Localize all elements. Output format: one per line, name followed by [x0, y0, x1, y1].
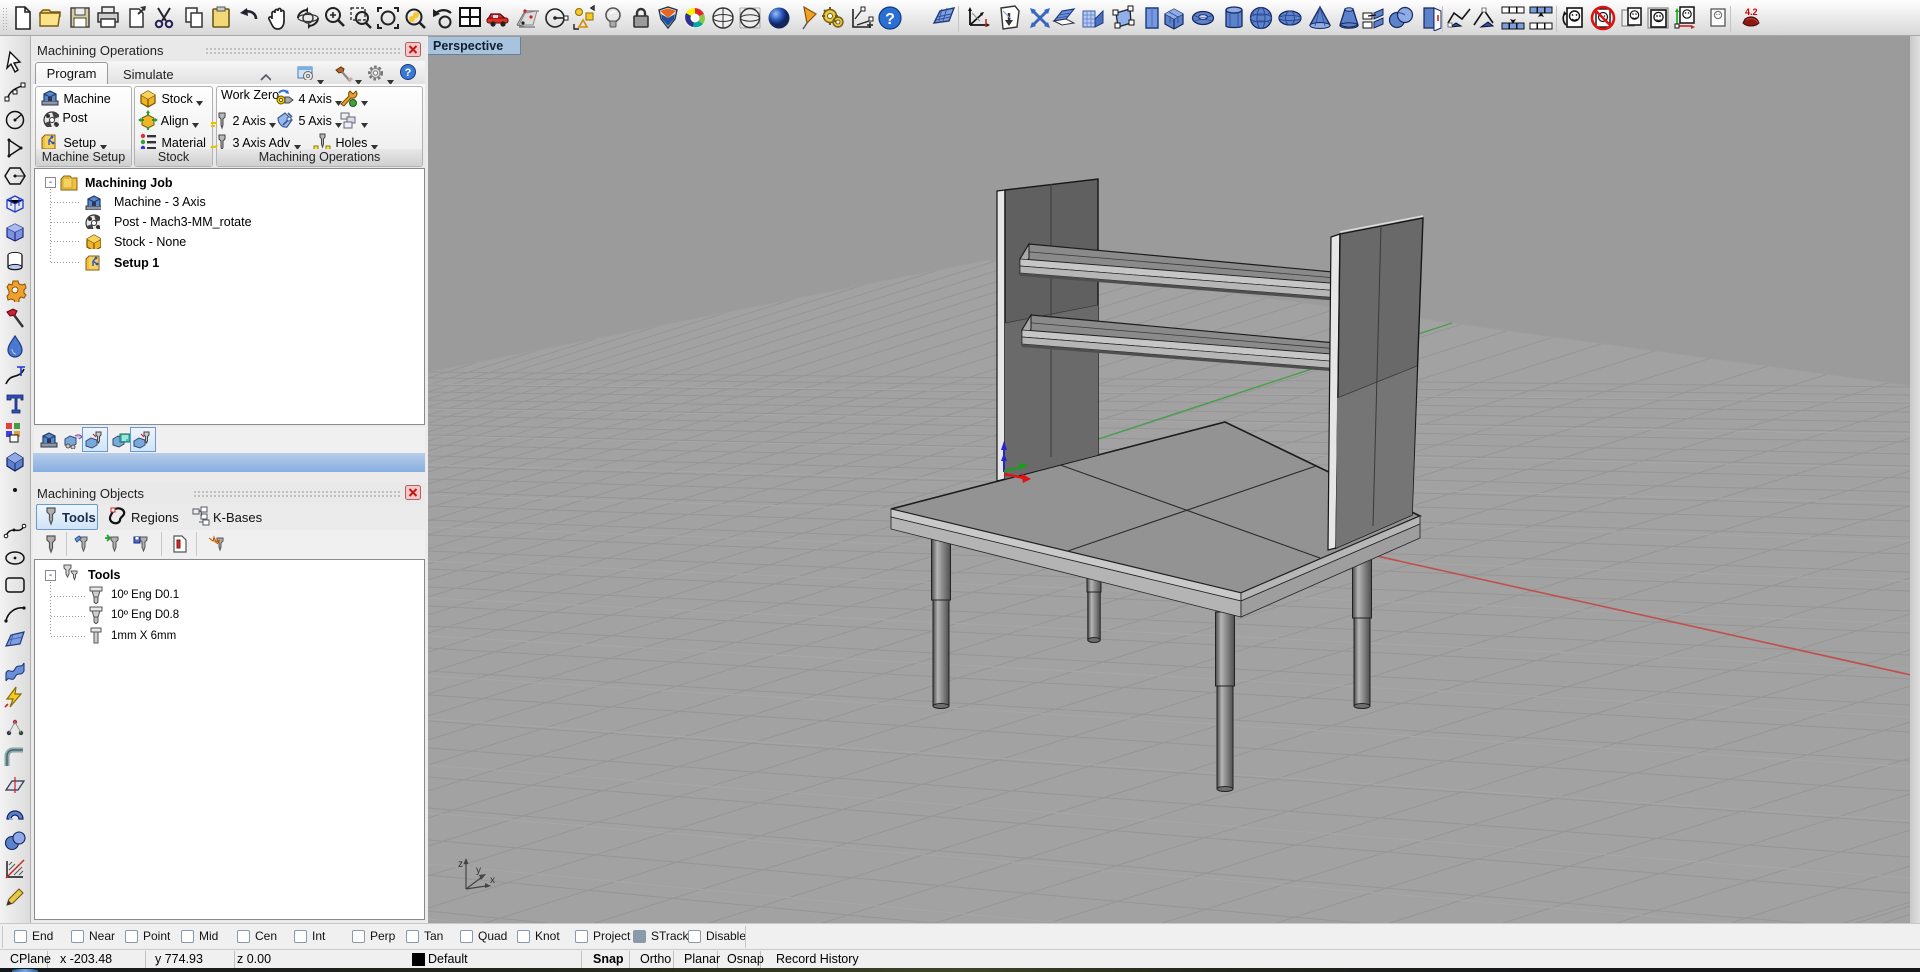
svg-text:y: y: [476, 865, 481, 876]
svg-text:?: ?: [885, 11, 895, 28]
svg-text:?: ?: [405, 67, 412, 79]
svg-text:x: x: [490, 875, 495, 886]
svg-text:4.2: 4.2: [1745, 7, 1758, 17]
svg-text:z: z: [458, 859, 463, 870]
